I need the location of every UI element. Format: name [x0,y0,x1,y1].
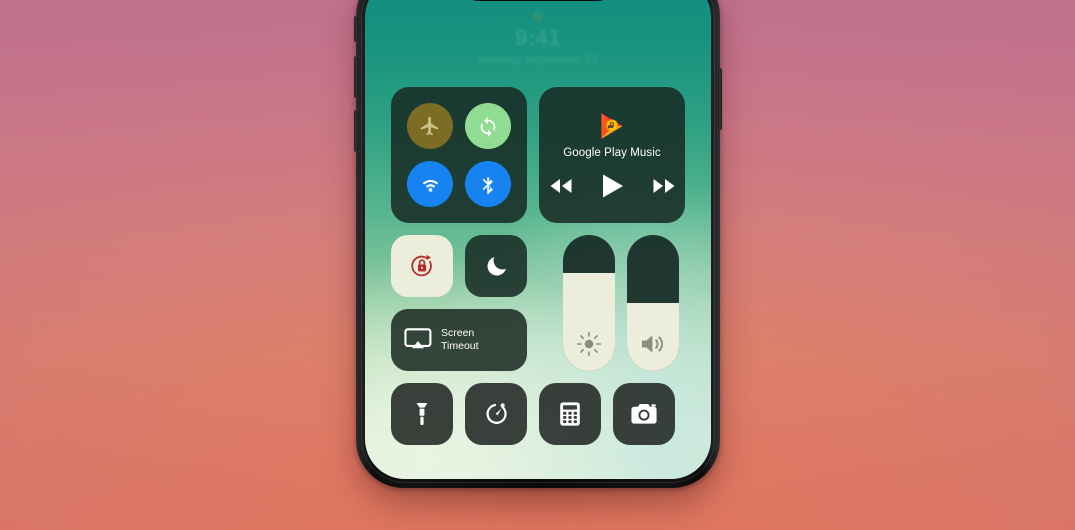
volume-slider[interactable] [627,235,679,371]
control-center-row-3 [391,383,685,445]
power-button[interactable] [718,68,722,130]
rotate-sync-icon [480,116,496,137]
media-next-button[interactable] [651,176,677,196]
slider-spacer [539,235,551,371]
fast-forward-icon [653,179,674,193]
volume-icon-wrap [639,331,667,357]
small-toggle-pair [391,235,527,297]
brightness-sun-icon [576,331,602,357]
lock-icon: 🔒 [529,7,547,22]
brightness-icon-wrap [576,331,602,357]
calculator-button[interactable] [539,383,601,445]
phone-screen: 🔒 9:41 Monday, September 25 Google Play … [365,0,711,479]
bluetooth-icon [482,174,493,195]
rotation-lock-icon [411,254,432,277]
wifi-toggle[interactable] [407,161,453,207]
lockscreen-header: 🔒 9:41 Monday, September 25 [365,7,711,66]
screen-timeout-label-line2: Timeout [441,340,479,352]
rewind-icon [550,179,571,193]
calculator-icon [560,402,580,426]
airplane-icon [420,116,439,136]
do-not-disturb-button[interactable] [465,235,527,297]
left-controls-column: Screen Timeout [391,235,527,371]
control-center-row-2: Screen Timeout [391,235,685,371]
camera-icon [631,404,657,424]
screen-timeout-label: Screen Timeout [441,327,479,353]
moon-icon [487,256,506,275]
screen-timeout-button[interactable]: Screen Timeout [391,309,527,371]
flashlight-button[interactable] [391,383,453,445]
screen-timeout-label-line1: Screen [441,327,475,339]
wifi-icon [422,179,438,192]
rotation-lock-button[interactable] [391,235,453,297]
screen-mirroring-icon [404,328,432,349]
control-center-panel: Google Play Music Screen Timeout [391,87,685,445]
brightness-slider[interactable] [563,235,615,371]
airplane-mode-toggle[interactable] [407,103,453,149]
timer-icon [486,402,507,424]
camera-button[interactable] [613,383,675,445]
silent-switch-button[interactable] [354,16,358,42]
timer-button[interactable] [465,383,527,445]
media-previous-button[interactable] [548,176,574,196]
google-play-music-icon [601,113,623,139]
auto-rotate-toggle[interactable] [465,103,511,149]
page-background: 🔒 9:41 Monday, September 25 Google Play … [0,0,1075,530]
media-app-name: Google Play Music [563,147,661,159]
volume-up-button[interactable] [354,56,358,98]
phone-device: 🔒 9:41 Monday, September 25 Google Play … [354,0,722,488]
volume-speaker-icon [642,335,663,353]
volume-down-button[interactable] [354,110,358,152]
play-icon [602,174,623,198]
lockscreen-date: Monday, September 25 [478,54,598,66]
notch [462,0,614,1]
control-center-row-1: Google Play Music [391,87,685,223]
media-player-card[interactable]: Google Play Music [539,87,685,223]
media-transport-controls [548,173,677,199]
connectivity-toggles-card [391,87,527,223]
flashlight-icon [416,403,428,425]
lockscreen-time: 9:41 [514,25,562,50]
media-play-button[interactable] [600,173,625,199]
bluetooth-toggle[interactable] [465,161,511,207]
